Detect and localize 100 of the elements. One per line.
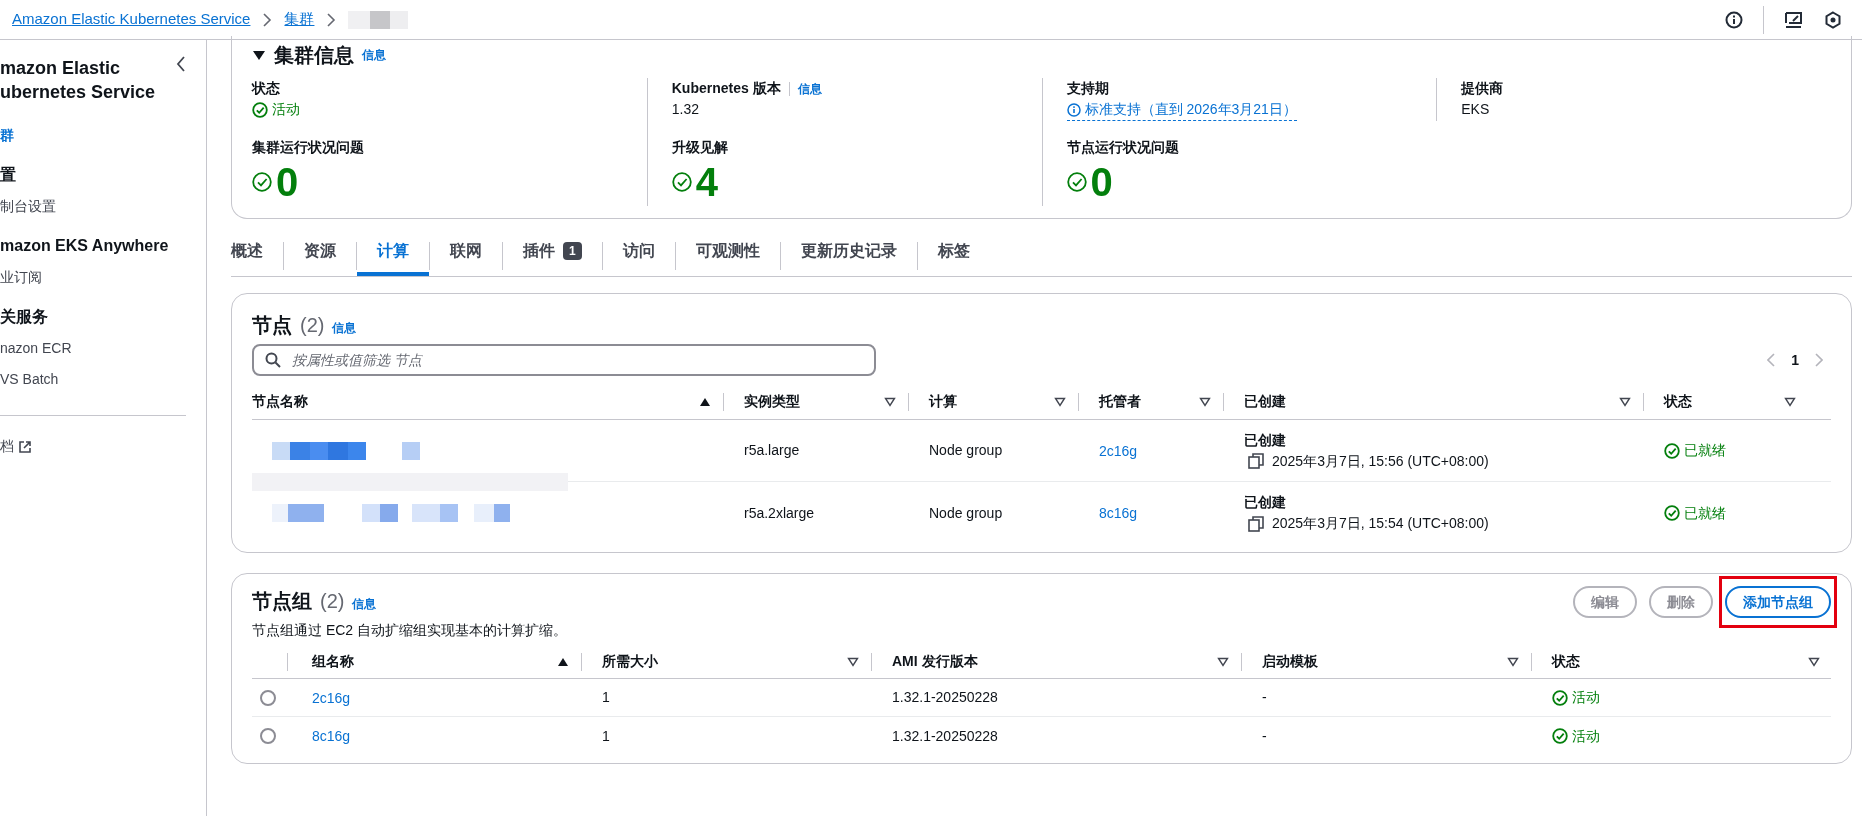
info-link[interactable]: 信息 (332, 319, 357, 337)
column-header: 节点名称 (252, 392, 309, 411)
info-icon (1066, 102, 1081, 117)
section-title: 节点组 (252, 589, 312, 614)
field-label: Kubernetes 版本 (671, 79, 781, 98)
table-cell: 1 (602, 689, 610, 705)
check-circle-icon (1552, 689, 1568, 706)
node-group-link[interactable]: 8c16g (312, 728, 351, 744)
radio-button[interactable] (260, 728, 276, 744)
table-cell: 1 (602, 727, 610, 744)
created-label: 已创建 (1244, 430, 1287, 450)
check-circle-icon (1066, 172, 1087, 192)
column-header: 托管者 (1099, 392, 1142, 411)
table-cell: - (1262, 727, 1267, 744)
sidebar-link[interactable]: 群 (0, 120, 186, 151)
chevron-right-icon (326, 12, 337, 27)
copy-icon[interactable] (1248, 515, 1264, 532)
tab[interactable]: 插件 1 (503, 239, 602, 276)
info-link[interactable]: 信息 (352, 595, 377, 613)
sort-icon[interactable] (847, 656, 859, 667)
status-text: 活动 (272, 100, 300, 119)
section-description: 节点组通过 EC2 自动扩缩组实现基本的计算扩缩。 (252, 621, 567, 640)
column-header: 实例类型 (744, 392, 801, 411)
sidebar-title: mazon Elastic ubernetes Service (0, 57, 156, 104)
radio-button[interactable] (260, 689, 276, 706)
item-count: (2) (320, 589, 345, 614)
column-header: 所需大小 (602, 652, 659, 671)
info-icon[interactable] (1725, 10, 1743, 29)
column-header: AMI 发行版本 (892, 652, 979, 671)
tab[interactable]: 计算 (357, 239, 429, 276)
table-cell: 1.32.1-20250228 (892, 727, 998, 744)
column-header: 已创建 (1244, 392, 1287, 411)
field-label: 支持期 (1066, 79, 1109, 98)
count-badge: 1 (563, 242, 582, 260)
table-cell: 1.32.1-20250228 (892, 689, 998, 705)
sidebar-heading: 关服务 (0, 307, 49, 327)
node-group-link[interactable]: 8c16g (1099, 505, 1138, 521)
tab[interactable]: 访问 (602, 239, 675, 276)
table-cell: r5a.2xlarge (744, 504, 815, 521)
sidebar-heading: 置 (0, 165, 17, 185)
tab[interactable]: 可观测性 (675, 239, 780, 276)
sort-ascending-icon[interactable] (699, 396, 711, 407)
column-header: 状态 (1664, 392, 1693, 411)
sidebar-link[interactable]: 业订阅 (0, 262, 186, 293)
node-group-link[interactable]: 2c16g (1099, 442, 1138, 459)
chevron-left-icon[interactable] (176, 56, 186, 72)
blurred-text-drawing (348, 10, 409, 29)
check-circle-icon (252, 101, 268, 118)
check-circle-icon (252, 172, 272, 192)
button[interactable]: 添加节点组 (1725, 586, 1831, 618)
field-value: EKS (1461, 100, 1490, 119)
sidebar-link[interactable]: VS Batch (0, 364, 186, 395)
search-icon (265, 352, 281, 368)
check-circle-icon (1664, 505, 1680, 521)
support-link[interactable]: 标准支持（直到 2026年3月21日） (1066, 99, 1297, 121)
tab[interactable]: 标签 (917, 239, 990, 276)
created-time: 2025年3月7日, 15:54 (UTC+08:00) (1272, 514, 1489, 533)
sort-icon[interactable] (1619, 396, 1631, 407)
metric-value: 4 (695, 159, 718, 206)
sort-ascending-icon[interactable] (557, 656, 569, 667)
status-text: 活动 (1572, 726, 1600, 746)
field-value: 1.32 (671, 100, 699, 119)
breadcrumb-link[interactable]: Amazon Elastic Kubernetes Service (12, 8, 251, 31)
copy-icon[interactable] (1248, 453, 1264, 469)
created-time: 2025年3月7日, 15:56 (UTC+08:00) (1272, 451, 1489, 471)
check-circle-icon (1552, 728, 1568, 744)
sort-icon[interactable] (884, 396, 896, 407)
sidebar-link[interactable]: 制台设置 (0, 191, 186, 222)
caret-down-icon[interactable] (252, 49, 266, 61)
tab[interactable]: 更新历史记录 (780, 239, 917, 276)
table-cell: - (1262, 689, 1267, 705)
metric-label: 升级见解 (671, 138, 729, 157)
column-header: 启动模板 (1262, 652, 1319, 671)
created-label: 已创建 (1244, 493, 1287, 512)
tab[interactable]: 资源 (284, 239, 356, 276)
metric-label: 节点运行状况问题 (1066, 138, 1180, 157)
sort-icon[interactable] (1217, 656, 1229, 667)
sort-icon[interactable] (1199, 396, 1211, 407)
column-header: 计算 (929, 392, 958, 411)
sort-icon[interactable] (1054, 396, 1066, 407)
sidebar-link[interactable]: nazon ECR (0, 333, 186, 364)
page-number[interactable]: 1 (1791, 349, 1799, 371)
sort-icon[interactable] (1808, 656, 1820, 667)
section-title: 集群信息 (274, 43, 354, 68)
sort-icon[interactable] (1507, 656, 1519, 667)
section-title: 节点 (252, 313, 292, 338)
sidebar-link[interactable]: 档 (0, 436, 14, 457)
info-link[interactable]: 信息 (362, 46, 386, 64)
search-field[interactable]: 按属性或值筛选 节点 (252, 344, 876, 376)
column-header: 组名称 (312, 652, 355, 671)
tab[interactable]: 概述 (231, 239, 283, 276)
item-count: (2) (300, 313, 325, 338)
sort-icon[interactable] (1784, 396, 1796, 407)
breadcrumb-link[interactable]: 集群 (284, 8, 315, 31)
info-link[interactable]: 信息 (797, 79, 822, 98)
tab[interactable]: 联网 (430, 239, 502, 276)
external-link-icon (18, 439, 32, 454)
hexagon-icon[interactable] (1824, 10, 1842, 29)
sidebar-heading: mazon EKS Anywhere (0, 236, 170, 256)
node-group-link[interactable]: 2c16g (312, 689, 351, 706)
